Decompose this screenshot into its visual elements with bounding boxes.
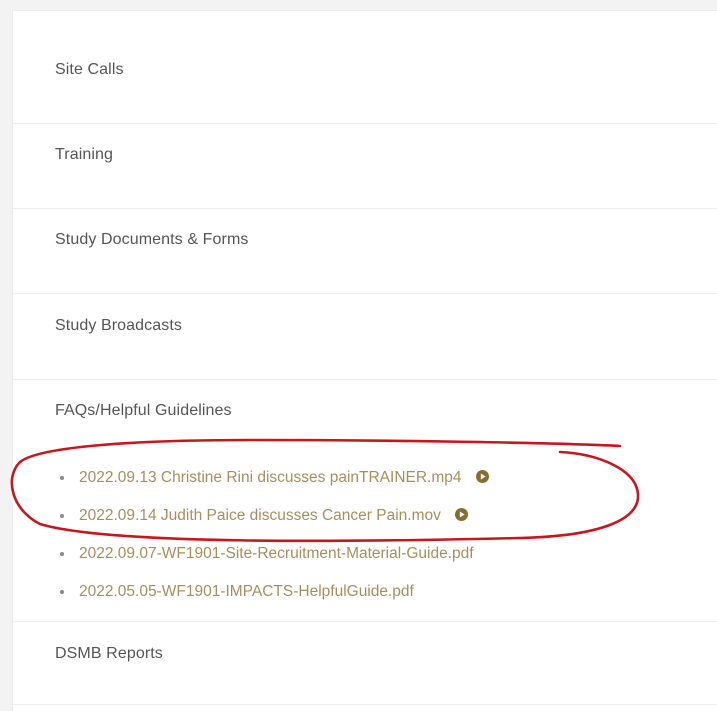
list-item: 2022.05.05-WF1901-IMPACTS-HelpfulGuide.p… [55,573,489,611]
divider [13,293,717,294]
file-link-recruitment-guide-pdf[interactable]: 2022.09.07-WF1901-Site-Recruitment-Mater… [79,545,474,562]
play-circle-icon[interactable] [475,469,489,483]
section-site-calls[interactable]: Site Calls [55,61,124,79]
bullet [60,590,64,594]
file-link-helpful-guide-pdf[interactable]: 2022.05.05-WF1901-IMPACTS-HelpfulGuide.p… [79,583,414,600]
divider [13,379,717,380]
list-item: 2022.09.07-WF1901-Site-Recruitment-Mater… [55,535,489,573]
section-study-broadcasts[interactable]: Study Broadcasts [55,317,182,335]
file-link-judith-paice-video[interactable]: 2022.09.14 Judith Paice discusses Cancer… [79,507,441,524]
divider [13,704,717,705]
section-training[interactable]: Training [55,146,113,164]
content-panel: Site Calls Training Study Documents & Fo… [12,10,717,711]
play-circle-icon[interactable] [455,507,469,521]
divider [13,123,717,124]
faq-file-list: 2022.09.13 Christine Rini discusses pain… [55,459,489,611]
bullet [60,514,64,518]
bullet [60,476,64,480]
divider [13,621,717,622]
list-item: 2022.09.13 Christine Rini discusses pain… [55,459,489,497]
file-link-christine-rini-video[interactable]: 2022.09.13 Christine Rini discusses pain… [79,469,462,486]
bullet [60,552,64,556]
section-study-documents-forms[interactable]: Study Documents & Forms [55,231,248,249]
divider [13,208,717,209]
section-faqs-helpful-guidelines[interactable]: FAQs/Helpful Guidelines [55,402,232,420]
list-item: 2022.09.14 Judith Paice discusses Cancer… [55,497,489,535]
section-dsmb-reports[interactable]: DSMB Reports [55,645,163,663]
